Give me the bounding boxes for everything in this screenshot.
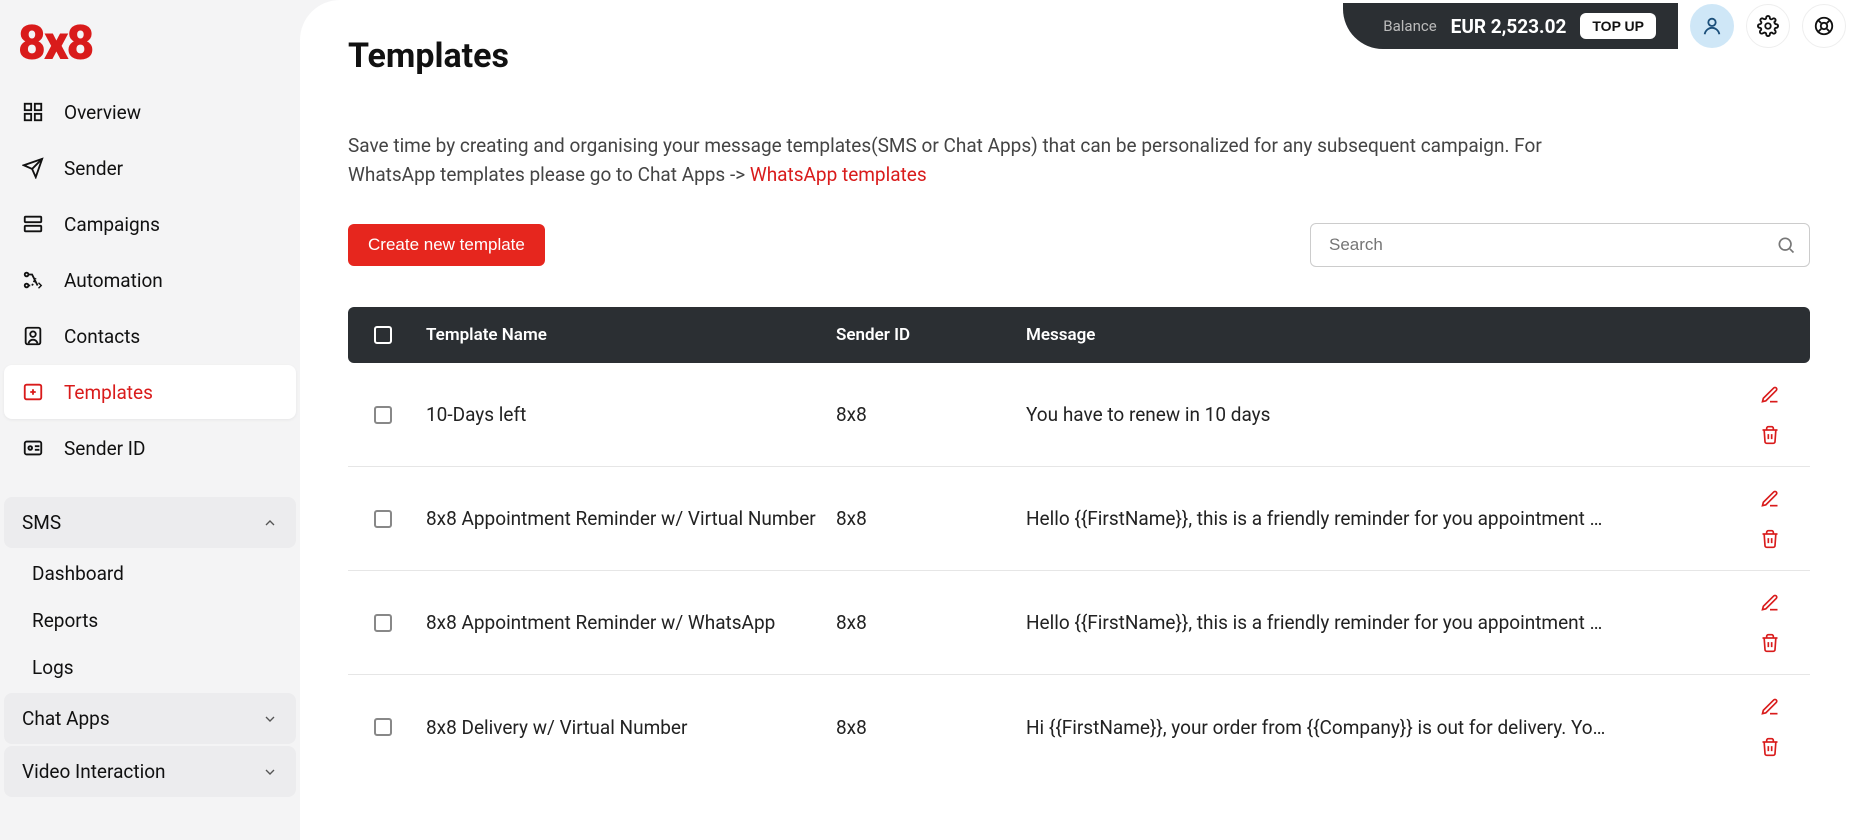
select-all-checkbox[interactable] <box>374 326 392 344</box>
search-wrap <box>1310 223 1810 267</box>
desc-text: Save time by creating and organising you… <box>348 134 1542 186</box>
cell-sender-id: 8x8 <box>828 716 1018 739</box>
edit-icon[interactable] <box>1759 696 1781 718</box>
subnav-reports[interactable]: Reports <box>0 597 300 644</box>
sidebar-item-sender[interactable]: Sender <box>4 141 296 195</box>
section-video[interactable]: Video Interaction <box>4 746 296 797</box>
sidebar-item-contacts[interactable]: Contacts <box>4 309 296 363</box>
chevron-down-icon <box>262 764 278 780</box>
create-template-button[interactable]: Create new template <box>348 224 545 266</box>
templates-table: Template Name Sender ID Message 10-Days … <box>348 307 1810 779</box>
sidebar-item-label: Automation <box>64 269 163 292</box>
help-button[interactable] <box>1802 4 1846 48</box>
section-label: Chat Apps <box>22 707 110 730</box>
sidebar-item-label: Sender <box>64 157 123 180</box>
template-icon <box>20 379 46 405</box>
primary-nav: Overview Sender Campaigns Automation Con… <box>0 79 300 481</box>
cell-sender-id: 8x8 <box>828 403 1018 426</box>
section-label: Video Interaction <box>22 760 166 783</box>
sidebar-item-automation[interactable]: Automation <box>4 253 296 307</box>
delete-icon[interactable] <box>1759 424 1781 446</box>
balance-amount: EUR 2,523.02 <box>1451 15 1567 38</box>
logo: 8x8 <box>0 0 300 79</box>
delete-icon[interactable] <box>1759 632 1781 654</box>
grid-icon <box>20 99 46 125</box>
sms-subnav: Dashboard Reports Logs <box>0 550 300 691</box>
cell-message: Hi {{FirstName}}, your order from {{Comp… <box>1018 716 1730 739</box>
search-icon <box>1776 235 1796 255</box>
row-checkbox[interactable] <box>374 718 392 736</box>
balance-pill: Balance EUR 2,523.02 TOP UP <box>1343 3 1678 49</box>
page-description: Save time by creating and organising you… <box>348 132 1548 189</box>
subnav-logs[interactable]: Logs <box>0 644 300 691</box>
section-label: SMS <box>22 511 61 534</box>
edit-icon[interactable] <box>1759 488 1781 510</box>
send-icon <box>20 155 46 181</box>
sidebar-item-overview[interactable]: Overview <box>4 85 296 139</box>
cell-message: Hello {{FirstName}}, this is a friendly … <box>1018 507 1730 530</box>
col-sender-id: Sender ID <box>828 325 1018 345</box>
row-checkbox[interactable] <box>374 510 392 528</box>
table-header: Template Name Sender ID Message <box>348 307 1810 363</box>
table-row: 8x8 Appointment Reminder w/ Virtual Numb… <box>348 467 1810 571</box>
section-chat-apps[interactable]: Chat Apps <box>4 693 296 744</box>
toolbar: Create new template <box>348 223 1810 267</box>
sidebar: 8x8 Overview Sender Campaigns Automation <box>0 0 300 840</box>
server-icon <box>20 211 46 237</box>
cell-sender-id: 8x8 <box>828 611 1018 634</box>
help-icon <box>1813 15 1835 37</box>
cell-template-name: 8x8 Appointment Reminder w/ Virtual Numb… <box>418 507 828 530</box>
balance-label: Balance <box>1383 17 1436 35</box>
chevron-up-icon <box>262 515 278 531</box>
edit-icon[interactable] <box>1759 384 1781 406</box>
main: Balance EUR 2,523.02 TOP UP Templates Sa… <box>300 0 1858 840</box>
cell-sender-id: 8x8 <box>828 507 1018 530</box>
whatsapp-templates-link[interactable]: WhatsApp templates <box>750 163 927 186</box>
section-sms[interactable]: SMS <box>4 497 296 548</box>
cell-template-name: 8x8 Delivery w/ Virtual Number <box>418 716 828 739</box>
col-message: Message <box>1018 325 1730 345</box>
table-row: 8x8 Appointment Reminder w/ WhatsApp 8x8… <box>348 571 1810 675</box>
sidebar-item-label: Overview <box>64 101 141 124</box>
user-icon <box>1701 15 1723 37</box>
cell-template-name: 8x8 Appointment Reminder w/ WhatsApp <box>418 611 828 634</box>
subnav-dashboard[interactable]: Dashboard <box>0 550 300 597</box>
cell-message: You have to renew in 10 days <box>1018 403 1730 426</box>
settings-button[interactable] <box>1746 4 1790 48</box>
sidebar-item-templates[interactable]: Templates <box>4 365 296 419</box>
sidebar-item-label: Templates <box>64 381 153 404</box>
delete-icon[interactable] <box>1759 736 1781 758</box>
sidebar-item-label: Sender ID <box>64 437 145 460</box>
sidebar-item-sender-id[interactable]: Sender ID <box>4 421 296 475</box>
gear-icon <box>1757 15 1779 37</box>
id-icon <box>20 435 46 461</box>
sidebar-item-campaigns[interactable]: Campaigns <box>4 197 296 251</box>
cell-template-name: 10-Days left <box>418 403 828 426</box>
user-button[interactable] <box>1690 4 1734 48</box>
contact-icon <box>20 323 46 349</box>
content: Templates Save time by creating and orga… <box>300 0 1858 815</box>
search-input[interactable] <box>1310 223 1810 267</box>
cell-message: Hello {{FirstName}}, this is a friendly … <box>1018 611 1730 634</box>
sidebar-item-label: Contacts <box>64 325 140 348</box>
topup-button[interactable]: TOP UP <box>1580 13 1656 39</box>
edit-icon[interactable] <box>1759 592 1781 614</box>
row-checkbox[interactable] <box>374 406 392 424</box>
delete-icon[interactable] <box>1759 528 1781 550</box>
table-row: 10-Days left 8x8 You have to renew in 10… <box>348 363 1810 467</box>
flow-icon <box>20 267 46 293</box>
topbar: Balance EUR 2,523.02 TOP UP <box>1343 0 1858 52</box>
col-template-name: Template Name <box>418 325 828 345</box>
chevron-down-icon <box>262 711 278 727</box>
sidebar-item-label: Campaigns <box>64 213 160 236</box>
table-row: 8x8 Delivery w/ Virtual Number 8x8 Hi {{… <box>348 675 1810 779</box>
row-checkbox[interactable] <box>374 614 392 632</box>
